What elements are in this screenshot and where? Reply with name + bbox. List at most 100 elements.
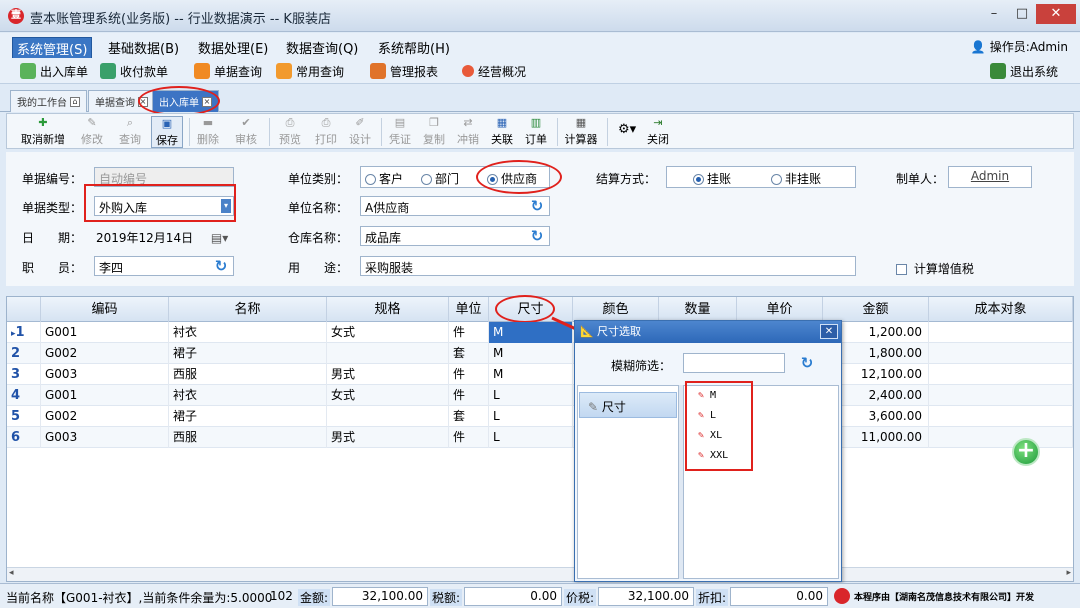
quick-doc-query-button[interactable]: 单据查询 [194,61,262,81]
column-header-unit[interactable]: 单位 [449,297,489,322]
scroll-right-icon[interactable]: ▸ [1066,568,1071,578]
column-header-code[interactable]: 编码 [41,297,169,322]
cell-unit[interactable]: 件 [449,385,489,406]
cell-name[interactable]: 西服 [169,364,327,385]
cell-spec[interactable] [327,343,449,364]
menu-system[interactable]: 系统管理(S) [12,37,93,60]
purpose-field[interactable]: 采购服装 [360,256,856,276]
cell-code[interactable]: G003 [41,427,169,448]
category-item-size[interactable]: ✎ 尺寸 [579,392,677,418]
exit-system-button[interactable]: 退出系统 [990,61,1058,81]
copy-button[interactable]: ❐ 复制 [419,116,449,148]
menu-data-process[interactable]: 数据处理(E) [194,37,272,58]
design-button[interactable]: ✐ 设计 [345,116,375,148]
audit-button[interactable]: ✔ 审核 [231,116,261,148]
preview-button[interactable]: ⎙ 预览 [275,116,305,148]
print-button[interactable]: ⎙ 打印 [311,116,341,148]
add-row-button[interactable]: + [1012,438,1040,466]
column-header-spec[interactable]: 规格 [327,297,449,322]
cell-cost[interactable] [929,385,1073,406]
cancel-new-button[interactable]: ✚ 取消新增 [13,116,73,148]
column-header-name[interactable]: 名称 [169,297,327,322]
cell-cost[interactable] [929,322,1073,343]
refresh-icon[interactable]: ↻ [799,355,815,371]
quick-report-button[interactable]: 管理报表 [370,61,438,81]
menu-basic-data[interactable]: 基础数据(B) [104,37,183,58]
table-row[interactable]: 5 G002 裙子套 L 3,600.00 [7,406,1073,427]
table-row[interactable]: 6 G003 西服 男式件 L 11,000.00 [7,427,1073,448]
quick-stock-doc-button[interactable]: 出入库单 [20,61,88,81]
maximize-button[interactable]: □ [1008,4,1036,24]
staff-field[interactable]: 李四 ↻ [94,256,234,276]
cell-cost[interactable] [929,427,1073,448]
cell-code[interactable]: G001 [41,322,169,343]
column-header-price[interactable]: 单价 [737,297,823,322]
warehouse-field[interactable]: 成品库 ↻ [360,226,550,246]
cell-unit[interactable]: 件 [449,364,489,385]
offset-button[interactable]: ⇄ 冲销 [453,116,483,148]
cell-cost[interactable] [929,406,1073,427]
refresh-icon[interactable]: ↻ [529,228,545,244]
delete-button[interactable]: ▬ 删除 [193,116,223,148]
scroll-left-icon[interactable]: ◂ [9,568,14,578]
radio-not-on-account[interactable]: 非挂账 [771,170,821,187]
cell-unit[interactable]: 件 [449,427,489,448]
radio-customer[interactable]: 客户 [365,170,403,187]
cell-code[interactable]: G002 [41,343,169,364]
quick-overview-button[interactable]: 经营概况 [462,61,526,81]
refresh-icon[interactable]: ↻ [529,198,545,214]
quick-payment-doc-button[interactable]: 收付款单 [100,61,168,81]
date-picker[interactable]: 2019年12月14日 ▤▾ [96,229,228,246]
cell-code[interactable]: G003 [41,364,169,385]
cell-spec[interactable] [327,406,449,427]
cell-size[interactable]: L [489,385,573,406]
unit-name-field[interactable]: A供应商 ↻ [360,196,550,216]
cell-unit[interactable]: 套 [449,343,489,364]
column-header-amount[interactable]: 金额 [823,297,929,322]
horizontal-scrollbar[interactable]: ◂ ▸ [7,567,1073,581]
quick-common-query-button[interactable]: 常用查询 [276,61,344,81]
radio-department[interactable]: 部门 [421,170,459,187]
order-button[interactable]: ▥ 订单 [521,116,551,148]
cell-name[interactable]: 西服 [169,427,327,448]
cell-unit[interactable]: 件 [449,322,489,343]
cell-spec[interactable]: 男式 [327,364,449,385]
voucher-button[interactable]: ▤ 凭证 [385,116,415,148]
menu-help[interactable]: 系统帮助(H) [374,37,454,58]
save-button[interactable]: ▣ 保存 [151,116,183,148]
calculator-button[interactable]: ▦ 计算器 [561,116,601,148]
cell-name[interactable]: 衬衣 [169,385,327,406]
cell-name[interactable]: 裙子 [169,406,327,427]
calendar-icon[interactable]: ▤▾ [211,231,228,245]
radio-on-account[interactable]: 挂账 [693,170,731,187]
query-button[interactable]: ⌕ 查询 [115,116,145,148]
settings-dropdown-button[interactable]: ⚙▾ [613,116,637,148]
menu-data-query[interactable]: 数据查询(Q) [282,37,362,58]
vat-checkbox[interactable]: 计算增值税 [896,260,974,277]
cell-spec[interactable]: 女式 [327,385,449,406]
cell-code[interactable]: G002 [41,406,169,427]
column-header-cost-object[interactable]: 成本对象 [929,297,1073,322]
cell-spec[interactable]: 男式 [327,427,449,448]
link-button[interactable]: ▦ 关联 [487,116,517,148]
close-button[interactable]: ⇥ 关闭 [645,116,671,148]
cell-size[interactable]: L [489,406,573,427]
cell-cost[interactable] [929,343,1073,364]
cell-spec[interactable]: 女式 [327,322,449,343]
cell-cost[interactable] [929,364,1073,385]
refresh-icon[interactable]: ↻ [213,258,229,274]
dialog-close-button[interactable]: ✕ [820,324,838,339]
tab-workbench[interactable]: 我的工作台 ⌂ [10,90,87,112]
toolbar-separator [381,118,382,146]
cell-size[interactable]: L [489,427,573,448]
cell-unit[interactable]: 套 [449,406,489,427]
cell-name[interactable]: 衬衣 [169,322,327,343]
filter-input[interactable] [683,353,785,373]
cell-name[interactable]: 裙子 [169,343,327,364]
minimize-button[interactable]: – [980,4,1008,24]
edit-button[interactable]: ✎ 修改 [77,116,107,148]
column-header-qty[interactable]: 数量 [659,297,737,322]
cell-code[interactable]: G001 [41,385,169,406]
close-window-button[interactable]: ✕ [1036,4,1076,24]
table-row[interactable]: 4 G001 衬衣 女式件 L 2,400.00 [7,385,1073,406]
